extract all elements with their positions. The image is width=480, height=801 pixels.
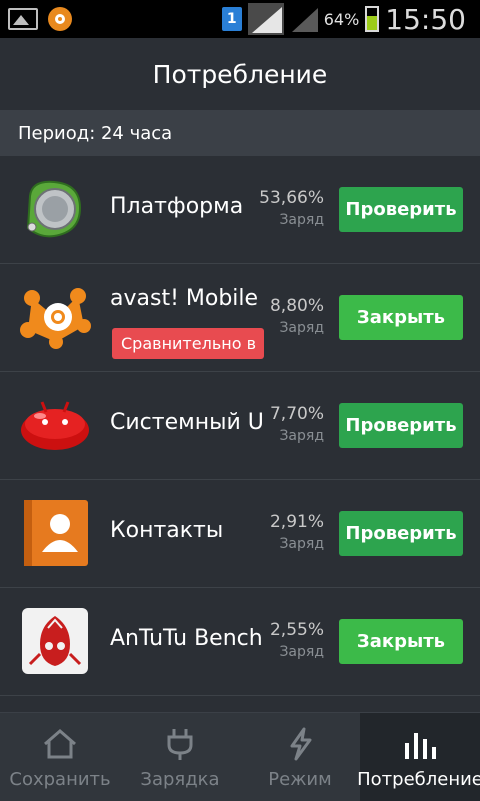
lightning-icon [280,727,320,761]
gallery-notification-icon [8,8,38,30]
clock: 15:50 [385,2,466,36]
status-bar: 1 64% 15:50 [0,0,480,38]
battery-icon [365,6,380,32]
usage-label: Заряд [279,428,324,444]
nav-label: Сохранить [9,769,111,790]
battery-percent: 64% [323,9,360,29]
avast-icon [18,284,92,350]
nav-tab-charging[interactable]: Зарядка [120,713,240,801]
nav-tab-consumption[interactable]: Потребление [357,713,480,801]
home-icon [40,727,80,761]
nav-label: Зарядка [140,769,220,790]
avast-notification-icon [48,7,72,31]
close-app-button[interactable]: Закрыть [339,295,463,340]
check-button[interactable]: Проверить [339,187,463,232]
app-name: AnTuTu Bench [110,626,263,651]
secondary-signal-icon [290,6,318,32]
warning-badge: Сравнительно в [112,328,264,359]
app-name: avast! Mobile [110,286,259,311]
page-title: Потребление [152,59,328,89]
contacts-icon [18,500,92,566]
nav-tab-mode[interactable]: Режим [240,713,360,801]
signal-strength-icon [247,3,284,35]
android-jellybean-icon [18,392,92,458]
usage-label: Заряд [279,644,324,660]
check-button[interactable]: Проверить [339,511,463,556]
list-item[interactable]: Контакты 2,91% Заряд Проверить [0,480,480,588]
app-usage-list: Платформа 53,66% Заряд Проверить avast! … [0,156,480,696]
usage-percent: 53,66% [259,188,324,208]
list-item[interactable]: AnTuTu Bench 2,55% Заряд Закрыть [0,588,480,696]
close-app-button[interactable]: Закрыть [339,619,463,664]
period-selector[interactable]: Период: 24 часа [0,110,480,156]
platform-icon [18,176,92,242]
usage-label: Заряд [279,212,324,228]
app-name: Системный U [110,410,264,435]
app-name: Платформа [110,194,244,219]
nav-tab-save[interactable]: Сохранить [0,713,120,801]
list-item[interactable]: Платформа 53,66% Заряд Проверить [0,156,480,264]
list-item[interactable]: avast! Mobile Сравнительно в 8,80% Заряд… [0,264,480,372]
nav-label: Потребление [357,769,480,790]
list-item[interactable]: Системный U 7,70% Заряд Проверить [0,372,480,480]
check-button[interactable]: Проверить [339,403,463,448]
app-name: Контакты [110,518,224,543]
usage-percent: 7,70% [269,404,324,424]
antutu-icon [18,608,92,674]
bottom-navigation: Сохранить Зарядка Режим Потребление [0,712,480,801]
plug-icon [160,727,200,761]
usage-percent: 2,91% [269,512,324,532]
usage-percent: 2,55% [269,620,324,640]
usage-label: Заряд [279,320,324,336]
nav-label: Режим [268,769,332,790]
usage-percent: 8,80% [269,296,324,316]
sim-indicator-icon: 1 [221,7,242,31]
usage-label: Заряд [279,536,324,552]
bar-chart-icon [400,727,440,761]
